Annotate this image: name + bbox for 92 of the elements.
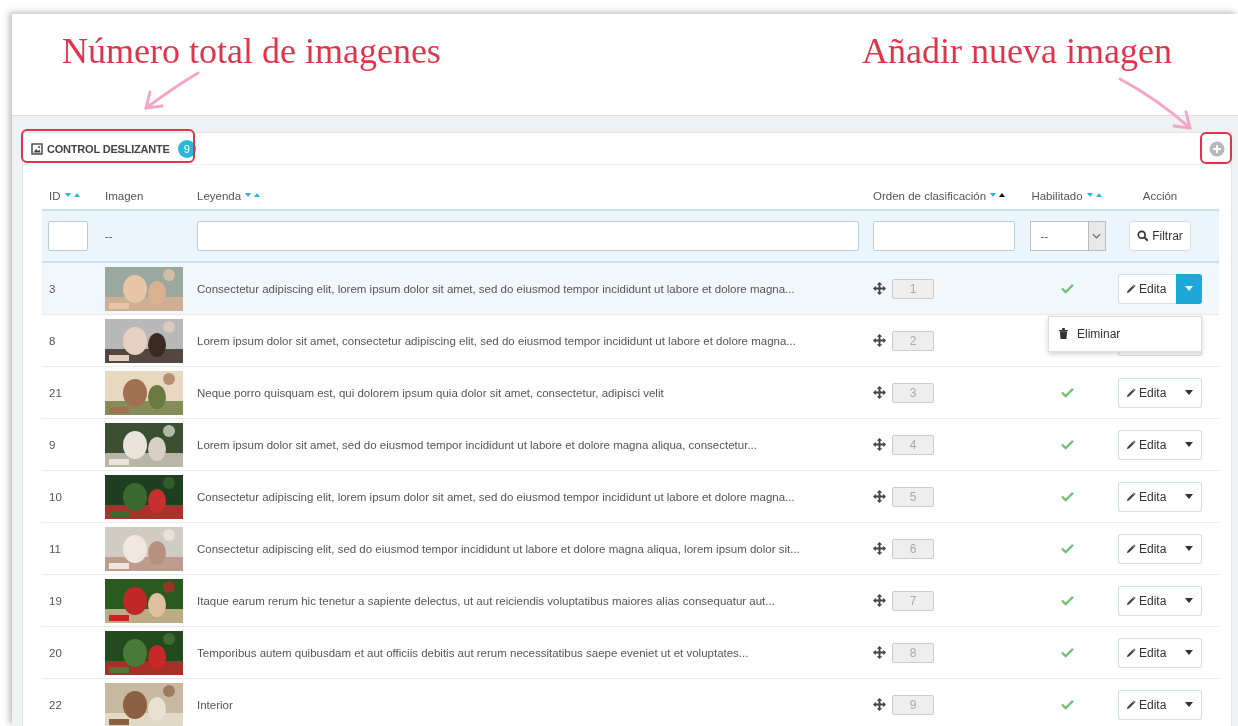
edit-button[interactable]: Edita <box>1118 273 1176 304</box>
move-icon[interactable] <box>873 698 886 711</box>
column-header: Acción <box>1142 190 1178 202</box>
image-icon <box>31 142 43 155</box>
delete-menu-item[interactable]: Eliminar <box>1049 324 1201 343</box>
edit-button[interactable]: Edita <box>1118 377 1176 408</box>
id-cell: 8 <box>49 334 56 347</box>
column-header: Orden de clasificación <box>873 190 987 202</box>
filter-button[interactable]: Filtrar <box>1129 221 1191 251</box>
check-icon[interactable] <box>1061 491 1074 502</box>
image-filter-text: -- <box>105 230 113 242</box>
position-field: 8 <box>892 642 934 663</box>
chevron-down-icon <box>1092 233 1101 239</box>
check-icon[interactable] <box>1061 699 1074 710</box>
id-filter-field[interactable] <box>48 221 88 251</box>
caption-cell: Itaque earum rerum hic tenetur a sapiente delectus, ut aut reiciendis voluptatibus maiores alias consequatur aut... <box>197 594 775 607</box>
pencil-icon <box>1126 387 1136 398</box>
caption-cell: Consectetur adipiscing elit, lorem ipsum dolor sit amet, sed do eiusmod tempor incididunt ut labore et dolore magna... <box>197 490 795 503</box>
position-field: 2 <box>892 330 934 351</box>
caret-icon <box>1184 286 1193 291</box>
check-icon[interactable] <box>1061 647 1074 658</box>
id-cell: 10 <box>49 490 62 503</box>
pencil-icon <box>1126 699 1136 710</box>
id-cell: 22 <box>49 698 62 711</box>
trash-icon <box>1059 328 1068 339</box>
position-field: 9 <box>892 694 934 715</box>
id-cell: 11 <box>49 542 61 555</box>
position-field: 4 <box>892 434 934 455</box>
id-cell: 19 <box>49 594 62 607</box>
pencil-icon <box>1126 595 1136 606</box>
move-icon[interactable] <box>873 438 886 451</box>
caption-cell: Consectetur adipiscing elit, sed do eiusmod tempor incididunt ut labore et dolore magna aliqua, lorem ipsum dolor sit... <box>197 542 800 555</box>
move-icon[interactable] <box>873 334 886 347</box>
pencil-icon <box>1126 543 1136 554</box>
caption-cell: Neque porro quisquam est, qui dolorem ipsum quia dolor sit amet, consectetur, adipisci velit <box>197 386 664 399</box>
move-icon[interactable] <box>873 490 886 503</box>
caption-cell: Lorem ipsum dolor sit amet, consectetur adipiscing elit, sed do eiusmod tempor incididunt ut labore et dolore magna... <box>197 334 796 347</box>
check-icon[interactable] <box>1061 283 1074 294</box>
edit-button[interactable]: Edita <box>1118 689 1176 720</box>
edit-button[interactable]: Edita <box>1118 585 1176 616</box>
search-icon <box>1137 230 1150 242</box>
caret-icon <box>1184 650 1193 655</box>
position-field: 6 <box>892 538 934 559</box>
highlight-outline <box>1200 132 1232 164</box>
caption-cell: Temporibus autem quibusdam et aut officiis debitis aut rerum necessitatibus saepe eveniet ut et voluptates... <box>197 646 749 659</box>
order-filter-field[interactable] <box>873 221 1015 251</box>
pencil-icon <box>1126 491 1136 502</box>
edit-button[interactable]: Edita <box>1118 429 1176 460</box>
position-field: 1 <box>892 278 934 299</box>
column-header: Imagen <box>105 190 144 202</box>
edit-button[interactable]: Edita <box>1118 533 1176 564</box>
panel-title: CONTROL DESLIZANTE <box>47 142 170 155</box>
column-header: Leyenda <box>197 190 242 202</box>
position-field: 3 <box>892 382 934 403</box>
enabled-select[interactable]: -- <box>1029 221 1106 251</box>
position-field: 5 <box>892 486 934 507</box>
move-icon[interactable] <box>873 282 886 295</box>
check-icon[interactable] <box>1061 543 1074 554</box>
column-header: Habilitado <box>1031 190 1083 202</box>
edit-button[interactable]: Edita <box>1118 637 1176 668</box>
caption-cell: Interior <box>197 698 233 711</box>
caret-icon <box>1184 494 1193 499</box>
id-cell: 9 <box>49 438 56 451</box>
move-icon[interactable] <box>873 542 886 555</box>
move-icon[interactable] <box>873 386 886 399</box>
move-icon[interactable] <box>873 646 886 659</box>
caption-cell: Lorem ipsum dolor sit amet, sed do eiusmod tempor incididunt ut labore et dolore magna aliqua, consectetur... <box>197 438 757 451</box>
edit-button[interactable]: Edita <box>1118 481 1176 512</box>
id-cell: 20 <box>49 646 62 659</box>
caption-filter-field[interactable] <box>197 221 859 251</box>
check-icon[interactable] <box>1061 387 1074 398</box>
id-cell: 3 <box>49 282 56 295</box>
check-icon[interactable] <box>1061 595 1074 606</box>
pencil-icon <box>1126 647 1136 658</box>
column-header: ID <box>49 190 61 202</box>
caption-cell: Consectetur adipiscing elit, lorem ipsum dolor sit amet, sed do eiusmod tempor incididunt ut labore et dolore magna... <box>197 282 795 295</box>
dropdown-toggle[interactable] <box>1176 273 1202 304</box>
caret-icon <box>1184 546 1193 551</box>
caret-icon <box>1184 442 1193 447</box>
pencil-icon <box>1126 439 1136 450</box>
caret-icon <box>1184 702 1193 707</box>
plus-circle-icon <box>1209 140 1225 157</box>
check-icon[interactable] <box>1061 439 1074 450</box>
id-cell: 21 <box>49 386 62 399</box>
caret-icon <box>1184 598 1193 603</box>
annotation-text: Añadir nueva imagen <box>862 30 1172 72</box>
pencil-icon <box>1126 283 1136 294</box>
move-icon[interactable] <box>873 594 886 607</box>
sort-icon[interactable] <box>989 192 1008 200</box>
position-field: 7 <box>892 590 934 611</box>
caret-icon <box>1184 390 1193 395</box>
annotation-text: Número total de imagenes <box>62 30 441 72</box>
